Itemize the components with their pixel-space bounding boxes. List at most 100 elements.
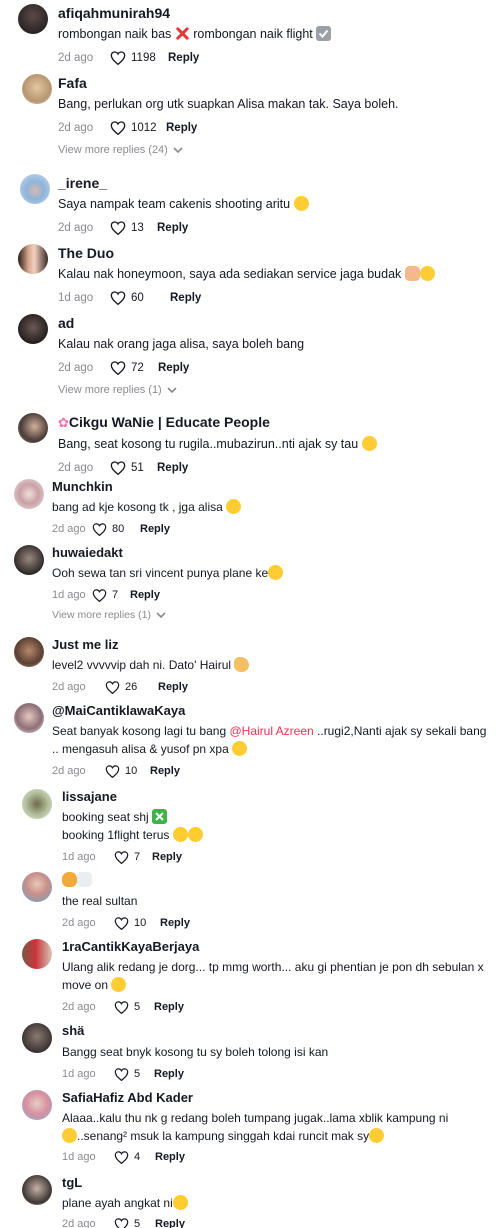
like-button[interactable]: 5 bbox=[114, 1067, 154, 1081]
like-count: 1012 bbox=[131, 122, 157, 134]
avatar[interactable] bbox=[18, 244, 48, 274]
reply-button[interactable]: Reply bbox=[157, 462, 188, 474]
like-button[interactable]: 7 bbox=[114, 850, 152, 864]
username[interactable]: @MaiCantiklawaKaya bbox=[52, 702, 492, 720]
like-count: 13 bbox=[131, 222, 144, 234]
like-button[interactable]: 26 bbox=[105, 680, 158, 694]
username[interactable]: tgL bbox=[62, 1174, 492, 1192]
like-button[interactable]: 5 bbox=[114, 1217, 155, 1228]
view-more-replies[interactable]: View more replies (24) bbox=[58, 144, 183, 156]
comment-date: 2d ago bbox=[58, 122, 94, 134]
chevron-down-icon bbox=[156, 611, 166, 618]
like-button[interactable]: 7 bbox=[92, 588, 130, 602]
avatar[interactable] bbox=[18, 4, 48, 34]
avatar[interactable] bbox=[14, 637, 44, 667]
reply-button[interactable]: Reply bbox=[155, 1218, 185, 1228]
avatar[interactable] bbox=[20, 174, 50, 204]
like-button[interactable]: 60 bbox=[110, 291, 170, 305]
comment-date: 2d ago bbox=[58, 52, 94, 64]
reply-button[interactable]: Reply bbox=[130, 589, 160, 601]
username[interactable]: SafiaHafiz Abd Kader bbox=[62, 1089, 492, 1107]
comment-text: Ulang alik redang je dorg... tp mmg wort… bbox=[62, 960, 484, 992]
like-button[interactable]: 1198 bbox=[110, 51, 168, 65]
reply-button[interactable]: Reply bbox=[170, 292, 201, 304]
like-count: 10 bbox=[125, 765, 138, 777]
comment-date: 2d ago bbox=[58, 222, 94, 234]
green-check-box-icon bbox=[152, 809, 168, 824]
avatar[interactable] bbox=[18, 413, 48, 443]
comment-date: 2d ago bbox=[58, 362, 94, 374]
like-button[interactable]: 4 bbox=[114, 1150, 155, 1164]
username[interactable]: huwaiedakt bbox=[52, 544, 492, 562]
username[interactable]: shä bbox=[62, 1022, 492, 1040]
pointing-hand-emoji-icon bbox=[234, 657, 250, 672]
reply-button[interactable]: Reply bbox=[155, 1151, 185, 1163]
heart-icon bbox=[92, 522, 107, 536]
username[interactable]: The Duo bbox=[58, 244, 492, 262]
avatar[interactable] bbox=[22, 74, 52, 104]
comment-text: rombongan naik bas rombongan naik flight bbox=[58, 25, 492, 43]
avatar[interactable] bbox=[22, 872, 52, 902]
reply-button[interactable]: Reply bbox=[168, 52, 199, 64]
comment-date: 2d ago bbox=[62, 1218, 96, 1228]
like-button[interactable]: 80 bbox=[92, 522, 140, 536]
reply-button[interactable]: Reply bbox=[150, 765, 180, 777]
username[interactable]: Fafa bbox=[58, 74, 492, 92]
comment-text: Seat banyak kosong lagi tu bang @Hairul … bbox=[52, 724, 487, 756]
avatar[interactable] bbox=[14, 703, 44, 733]
like-button[interactable]: 1012 bbox=[110, 121, 166, 135]
username[interactable]: _irene_ bbox=[58, 174, 492, 192]
username[interactable]: 1raCantikKayaBerjaya bbox=[62, 938, 492, 956]
reply-button[interactable]: Reply bbox=[160, 917, 190, 929]
avatar[interactable] bbox=[22, 789, 52, 819]
mention-link[interactable]: @Hairul Azreen bbox=[229, 724, 313, 738]
heart-icon bbox=[110, 461, 126, 475]
username[interactable] bbox=[62, 871, 492, 889]
check-box-icon bbox=[316, 26, 332, 41]
heart-icon bbox=[105, 764, 120, 778]
reply-button[interactable]: Reply bbox=[154, 1001, 184, 1013]
like-button[interactable]: 51 bbox=[110, 461, 157, 475]
like-button[interactable]: 10 bbox=[105, 764, 150, 778]
view-more-replies[interactable]: View more replies (1) bbox=[52, 609, 166, 621]
avatar[interactable] bbox=[22, 1090, 52, 1120]
like-button[interactable]: 5 bbox=[114, 1000, 154, 1014]
avatar[interactable] bbox=[22, 1023, 52, 1053]
comment-date: 1d ago bbox=[58, 292, 94, 304]
like-button[interactable]: 10 bbox=[114, 916, 160, 930]
comment-date: 2d ago bbox=[62, 1001, 96, 1013]
reply-button[interactable]: Reply bbox=[158, 362, 189, 374]
avatar[interactable] bbox=[22, 939, 52, 969]
comment-text: Bangg seat bnyk kosong tu sy boleh tolon… bbox=[62, 1045, 329, 1059]
reply-button[interactable]: Reply bbox=[152, 851, 182, 863]
heart-icon bbox=[110, 51, 126, 65]
comment-text: booking seat shj booking 1flight terus bbox=[62, 808, 492, 844]
username[interactable]: lissajane bbox=[62, 788, 492, 806]
reply-button[interactable]: Reply bbox=[140, 523, 170, 535]
username[interactable]: Just me liz bbox=[52, 636, 492, 654]
avatar[interactable] bbox=[14, 545, 44, 575]
reply-button[interactable]: Reply bbox=[154, 1068, 184, 1080]
like-count: 4 bbox=[134, 1151, 141, 1163]
grimace-emoji-icon bbox=[293, 196, 309, 211]
heart-icon bbox=[110, 121, 126, 135]
like-button[interactable]: 72 bbox=[110, 361, 158, 375]
comment-text: Alaaa..kalu thu nk g redang boleh tumpan… bbox=[62, 1111, 449, 1143]
username[interactable]: ad bbox=[58, 314, 492, 332]
username[interactable]: ✿Cikgu WaNie | Educate People bbox=[58, 413, 492, 432]
reply-button[interactable]: Reply bbox=[158, 681, 188, 693]
like-button[interactable]: 13 bbox=[110, 221, 157, 235]
view-more-replies[interactable]: View more replies (1) bbox=[58, 384, 177, 396]
avatar[interactable] bbox=[14, 479, 44, 509]
comment-text: Saya nampak team cakenis shooting aritu bbox=[58, 195, 492, 213]
username[interactable]: Munchkin bbox=[52, 478, 492, 496]
comment-text: Kalau nak orang jaga alisa, saya boleh b… bbox=[58, 337, 305, 351]
heart-icon bbox=[110, 221, 126, 235]
heart-icon bbox=[114, 916, 129, 930]
avatar[interactable] bbox=[18, 314, 48, 344]
comment-date: 1d ago bbox=[52, 589, 86, 601]
reply-button[interactable]: Reply bbox=[166, 122, 197, 134]
reply-button[interactable]: Reply bbox=[157, 222, 188, 234]
avatar[interactable] bbox=[22, 1175, 52, 1205]
username[interactable]: afiqahmunirah94 bbox=[58, 4, 492, 22]
